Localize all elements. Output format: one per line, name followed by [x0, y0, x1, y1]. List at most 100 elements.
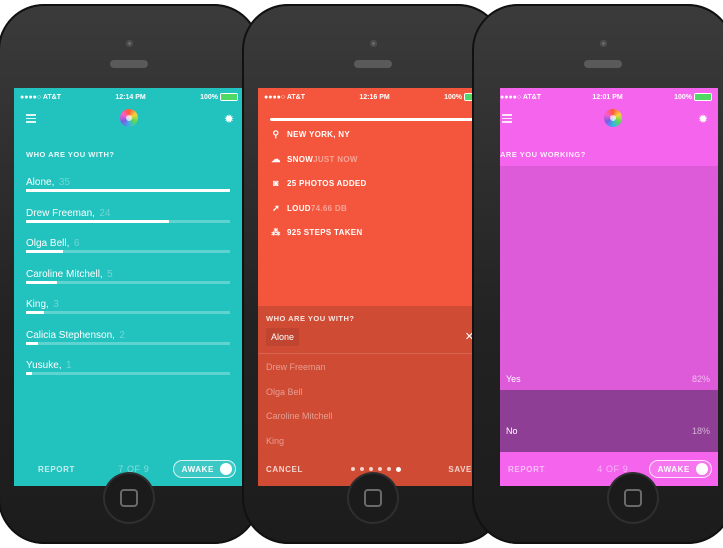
cloud-icon: ☁ — [271, 153, 281, 164]
answer-no[interactable]: No 18% — [500, 390, 718, 452]
home-square-icon — [624, 489, 642, 507]
awake-toggle[interactable]: AWAKE — [172, 460, 236, 478]
person-bar-track — [26, 311, 230, 314]
divider — [258, 353, 488, 354]
speaker-grille — [354, 60, 392, 68]
phone-3: ●●●●○ AT&T 12:01 PM 100% ✹ ARE YOU WORKI… — [472, 4, 723, 544]
person-name: Caroline Mitchell, — [26, 268, 103, 280]
page-dot — [350, 467, 355, 471]
person-count: 24 — [99, 207, 111, 219]
person-bar-track — [26, 280, 230, 284]
camera-icon — [370, 40, 377, 47]
app-logo-icon — [120, 109, 138, 127]
clock: 12:01 PM — [592, 93, 623, 101]
carrier-label: ●●●●○ AT&T — [20, 93, 61, 101]
person-bar-track — [26, 372, 230, 375]
list-menu-icon[interactable] — [502, 114, 512, 123]
camera-icon — [126, 40, 133, 47]
awake-toggle-label: AWAKE — [657, 464, 690, 474]
person-bar — [26, 280, 57, 284]
phone-2: ●●●●○ AT&T 12:16 PM 100% ⚲ NEW YORK, NY ☁ S… — [242, 4, 504, 544]
feed-detail: JUST NOW — [313, 154, 358, 164]
toggle-knob — [220, 463, 232, 475]
feed-text: NEW YORK, NY — [287, 130, 351, 139]
question-title: WHO ARE YOU WITH? — [26, 150, 115, 159]
battery-percent: 100% — [200, 93, 218, 101]
battery-icon — [219, 93, 238, 101]
suggestion-item[interactable]: Drew Freeman — [266, 362, 326, 372]
person-bar — [26, 219, 169, 223]
person-row[interactable]: Yusuke, 1 — [26, 355, 230, 379]
person-bar — [26, 372, 33, 375]
progress-line — [270, 118, 476, 121]
suggestion-item[interactable]: King — [266, 436, 284, 446]
home-button[interactable] — [609, 474, 657, 522]
battery: 100% — [674, 93, 712, 101]
answer-label: No — [506, 426, 518, 436]
location-pin-icon: ⚲ — [272, 129, 280, 139]
speaker-grille — [110, 60, 148, 68]
clock: 12:14 PM — [115, 93, 146, 101]
feed-item: ◙ 25 PHOTOS ADDED — [270, 178, 367, 188]
person-count: 35 — [58, 177, 70, 188]
awake-toggle[interactable]: AWAKE — [648, 460, 712, 478]
page-dot — [368, 467, 373, 471]
camera-icon — [600, 40, 607, 47]
person-row[interactable]: Calicia Stephenson, 2 — [26, 325, 230, 349]
feed-text: 925 STEPS TAKEN — [287, 228, 363, 237]
home-button[interactable] — [105, 474, 153, 522]
list-menu-icon[interactable] — [26, 114, 36, 123]
selected-chip[interactable]: Alone — [266, 328, 300, 346]
camera-icon: ◙ — [273, 178, 279, 188]
home-button[interactable] — [349, 474, 397, 522]
person-name: Calicia Stephenson, — [26, 329, 115, 341]
feed-item: ➚ LOUD 74.66 DB — [270, 203, 347, 214]
person-row[interactable]: King, 3 — [26, 294, 230, 318]
speaker-grille — [584, 60, 622, 68]
page-dot — [377, 467, 382, 471]
gear-icon[interactable]: ✹ — [698, 113, 708, 125]
answer-percent: 18% — [691, 426, 710, 436]
feed-text: LOUD — [287, 203, 311, 213]
answer-percent: 82% — [691, 374, 710, 384]
suggestion-item[interactable]: Caroline Mitchell — [266, 411, 333, 421]
battery: 100% — [200, 93, 238, 101]
person-bar-track — [26, 189, 230, 192]
status-bar: ●●●●○ AT&T 12:16 PM 100% — [264, 91, 482, 103]
person-bar — [26, 189, 230, 192]
report-button[interactable]: REPORT — [38, 465, 75, 474]
person-name: Yusuke, — [26, 360, 62, 371]
app-bar: ✹ — [500, 106, 718, 132]
person-row[interactable]: Caroline Mitchell, 5 — [26, 264, 230, 288]
carrier-label: ●●●●○ AT&T — [264, 93, 305, 101]
suggestion-item[interactable]: Olga Bell — [266, 387, 303, 397]
battery-percent: 100% — [674, 93, 692, 101]
save-button[interactable]: SAVE — [448, 465, 472, 474]
person-row[interactable]: Olga Bell, 6 — [26, 233, 230, 257]
footsteps-icon: ⁂ — [271, 227, 281, 237]
person-bar — [26, 341, 39, 345]
report-button[interactable]: REPORT — [508, 465, 545, 474]
person-row[interactable]: Alone, 35 — [26, 172, 230, 196]
status-bar: ●●●●○ AT&T 12:01 PM 100% — [500, 91, 712, 103]
person-count: 6 — [73, 238, 80, 249]
app-logo-icon — [604, 109, 622, 127]
phone-1: ●●●●○ AT&T 12:14 PM 100% ✹ WHO ARE YOU W… — [0, 4, 260, 544]
screen-1: ●●●●○ AT&T 12:14 PM 100% ✹ WHO ARE YOU W… — [14, 88, 244, 486]
gear-icon[interactable]: ✹ — [224, 113, 234, 125]
answer-yes[interactable]: Yes 82% — [500, 166, 718, 390]
page-dot — [386, 467, 391, 471]
cancel-button[interactable]: CANCEL — [266, 465, 303, 474]
person-row[interactable]: Drew Freeman, 24 — [26, 203, 230, 227]
battery-icon — [693, 93, 712, 101]
person-count: 1 — [66, 360, 72, 371]
page-indicator: 7 OF 9 — [118, 464, 150, 474]
home-square-icon — [364, 489, 382, 507]
person-name: King, — [26, 299, 49, 310]
megaphone-icon: ➚ — [272, 202, 280, 213]
person-bar-track — [26, 341, 230, 345]
person-count: 3 — [53, 299, 59, 310]
page-dot — [395, 466, 401, 472]
person-bar-track — [26, 219, 230, 223]
feed-item: ⚲ NEW YORK, NY — [270, 129, 350, 140]
